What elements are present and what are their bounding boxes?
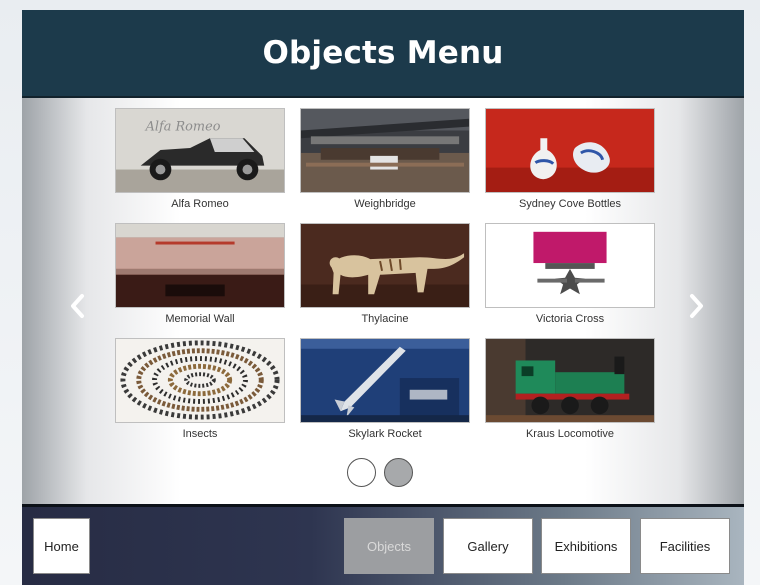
object-label: Weighbridge (354, 198, 416, 210)
object-thumbnail (300, 223, 470, 308)
object-thumbnail (485, 108, 655, 193)
object-label: Skylark Rocket (348, 428, 422, 440)
chevron-right-icon (690, 294, 703, 318)
object-thumbnail (300, 338, 470, 423)
object-thumbnail (485, 223, 655, 308)
object-tile-alfa-romeo[interactable]: Alfa Romeo Alfa Romeo (115, 108, 285, 215)
object-tile-insects[interactable]: Insects (115, 338, 285, 445)
object-label: Sydney Cove Bottles (518, 198, 622, 210)
page-title: Objects Menu (262, 35, 504, 71)
object-label: Insects (182, 428, 218, 440)
object-tile-kraus-locomotive[interactable]: Kraus Locomotive (485, 338, 655, 445)
object-tile-memorial-wall[interactable]: Memorial Wall (115, 223, 285, 330)
carousel-pagination (347, 458, 413, 487)
carousel-next-button[interactable] (682, 288, 712, 324)
kiosk-screen: Objects Menu Alfa Romeo Alfa Romeo Weigh… (22, 10, 744, 585)
bottom-nav: Home Objects Gallery Exhibitions Facilit… (22, 504, 744, 585)
nav-facilities-button[interactable]: Facilities (640, 518, 730, 574)
object-tile-sydney-cove-bottles[interactable]: Sydney Cove Bottles (485, 108, 655, 215)
object-tile-thylacine[interactable]: Thylacine (300, 223, 470, 330)
nav-exhibitions-button[interactable]: Exhibitions (541, 518, 631, 574)
chevron-left-icon (71, 294, 84, 318)
object-thumbnail (485, 338, 655, 423)
object-thumbnail: Alfa Romeo (115, 108, 285, 193)
object-label: Memorial Wall (165, 313, 235, 325)
objects-carousel: Alfa Romeo Alfa Romeo Weighbridge Sydney… (22, 96, 744, 504)
object-thumbnail (115, 338, 285, 423)
page-dot-1[interactable] (347, 458, 376, 487)
page-dot-2[interactable] (384, 458, 413, 487)
object-label: Thylacine (361, 313, 409, 325)
header-bar: Objects Menu (22, 10, 744, 96)
object-label: Victoria Cross (535, 313, 605, 325)
carousel-prev-button[interactable] (62, 288, 92, 324)
svg-text:Alfa Romeo: Alfa Romeo (145, 120, 221, 135)
object-thumbnail (115, 223, 285, 308)
object-thumbnail (300, 108, 470, 193)
object-label: Alfa Romeo (171, 198, 229, 210)
object-tile-victoria-cross[interactable]: Victoria Cross (485, 223, 655, 330)
object-tile-skylark-rocket[interactable]: Skylark Rocket (300, 338, 470, 445)
object-label: Kraus Locomotive (525, 428, 615, 440)
object-tile-weighbridge[interactable]: Weighbridge (300, 108, 470, 215)
objects-grid: Alfa Romeo Alfa Romeo Weighbridge Sydney… (115, 108, 655, 445)
nav-home-button[interactable]: Home (33, 518, 90, 574)
nav-gallery-button[interactable]: Gallery (443, 518, 533, 574)
nav-objects-button[interactable]: Objects (344, 518, 434, 574)
